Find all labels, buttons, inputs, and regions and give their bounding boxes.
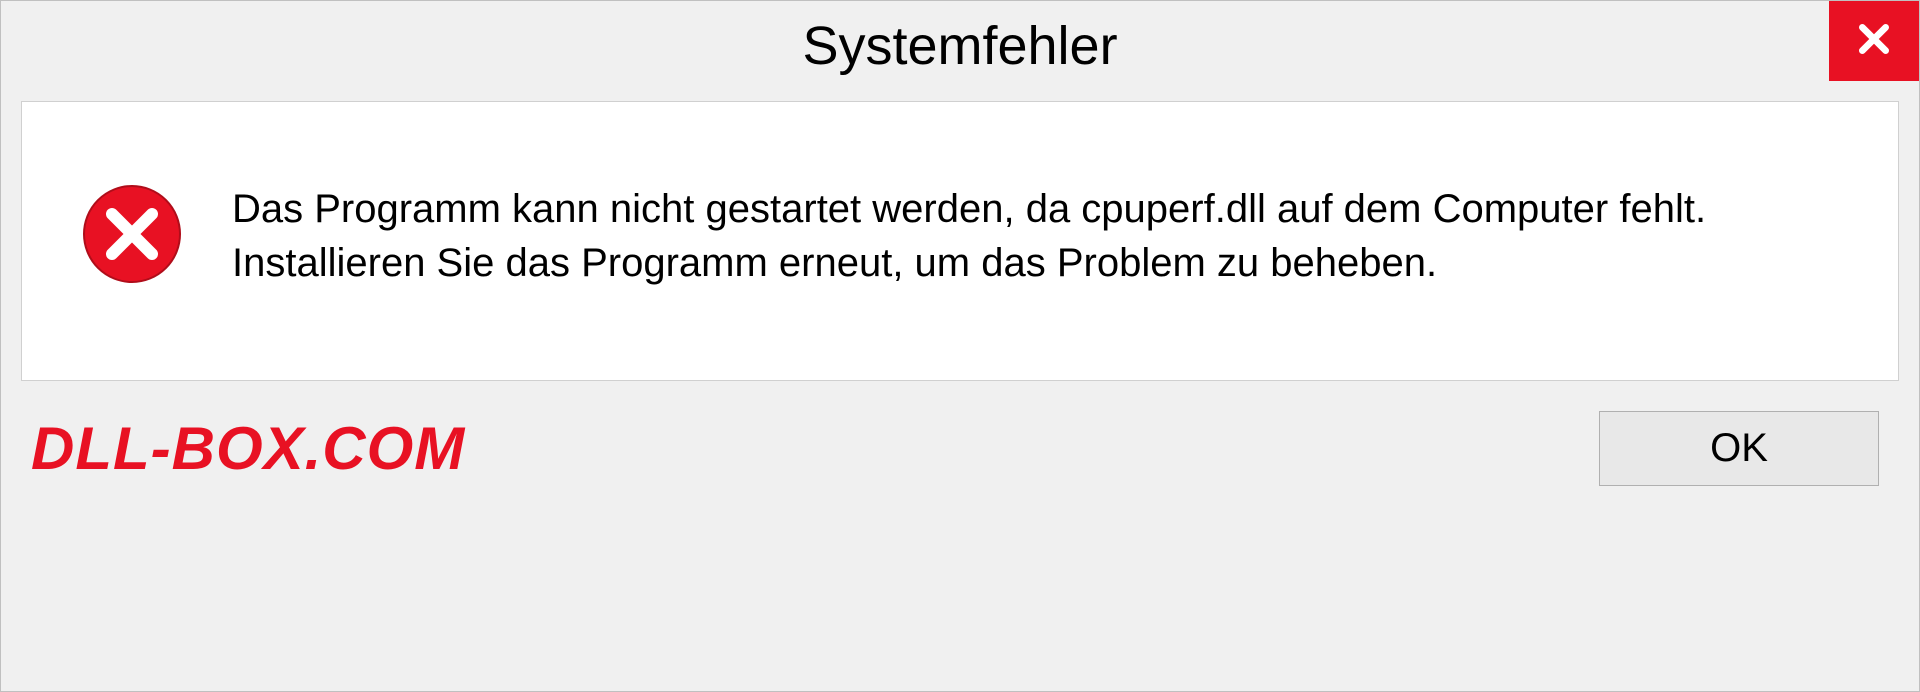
- watermark-text: DLL-BOX.COM: [31, 414, 465, 483]
- close-icon: [1854, 19, 1894, 64]
- error-message: Das Programm kann nicht gestartet werden…: [232, 182, 1838, 290]
- error-icon: [82, 184, 182, 289]
- ok-button[interactable]: OK: [1599, 411, 1879, 486]
- error-dialog: Systemfehler Das Programm kann nicht ges…: [0, 0, 1920, 692]
- dialog-footer: DLL-BOX.COM OK: [1, 381, 1919, 516]
- content-panel: Das Programm kann nicht gestartet werden…: [21, 101, 1899, 381]
- dialog-title: Systemfehler: [802, 15, 1117, 77]
- close-button[interactable]: [1829, 1, 1919, 81]
- titlebar: Systemfehler: [1, 1, 1919, 91]
